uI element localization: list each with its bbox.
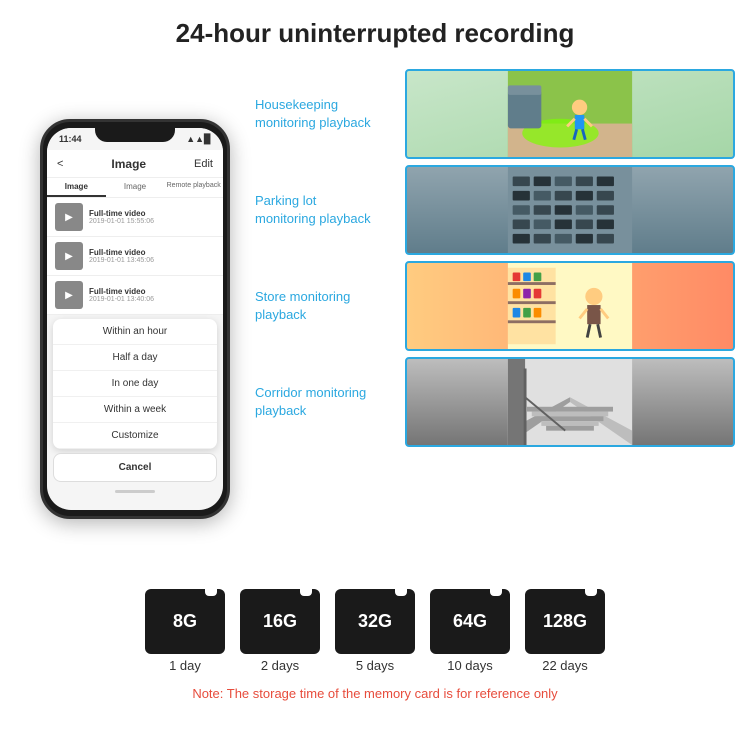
parking-svg	[407, 167, 733, 253]
video-info-3: Full-time video 2019-01-01 13:40:06	[89, 287, 215, 303]
sdcard-size-16G: 16G	[263, 611, 297, 632]
video-item-1[interactable]: ▶ Full-time video 2019-01-01 15:55:06	[47, 198, 223, 237]
phone-icons: ▲▲▉	[186, 134, 211, 145]
phone-nav-bar: < Image Edit	[47, 150, 223, 178]
video-item-2[interactable]: ▶ Full-time video 2019-01-01 13:45:06	[47, 237, 223, 276]
video-date-3: 2019-01-01 13:40:06	[89, 296, 215, 303]
video-date-2: 2019-01-01 13:45:06	[89, 257, 215, 264]
video-title-2: Full-time video	[89, 248, 215, 257]
cancel-button[interactable]: Cancel	[53, 453, 217, 482]
store-img-content	[407, 263, 733, 349]
corridor-img-content	[407, 359, 733, 445]
phone-screen: 11:44 ▲▲▉ < Image Edit Image Image Remot…	[47, 128, 223, 510]
monitoring-text-housekeeping: Housekeepingmonitoring playback	[255, 97, 371, 130]
monitoring-label-corridor: Corridor monitoringplayback	[255, 384, 395, 420]
phone-time: 11:44	[59, 134, 82, 144]
page-header: 24-hour uninterrupted recording	[0, 0, 750, 59]
monitoring-text-corridor: Corridor monitoringplayback	[255, 385, 366, 418]
monitoring-image-store	[405, 261, 735, 351]
phone-mockup: 11:44 ▲▲▉ < Image Edit Image Image Remot…	[40, 119, 230, 519]
video-info-1: Full-time video 2019-01-01 15:55:06	[89, 209, 215, 225]
video-title-3: Full-time video	[89, 287, 215, 296]
video-list: ▶ Full-time video 2019-01-01 15:55:06 ▶ …	[47, 198, 223, 315]
housekeeping-img-content	[407, 71, 733, 157]
dropdown-item-1[interactable]: Within an hour	[53, 319, 217, 345]
dropdown-item-4[interactable]: Within a week	[53, 397, 217, 423]
phone-dropdown: Within an hour Half a day In one day Wit…	[53, 319, 217, 449]
video-thumb-3: ▶	[55, 281, 83, 309]
monitoring-item-parking: Parking lotmonitoring playback	[255, 165, 735, 255]
sdcard-item-32G: 32G 5 days	[335, 589, 415, 673]
home-indicator	[47, 486, 223, 497]
monitoring-section: Housekeepingmonitoring playback	[250, 59, 740, 579]
tab-image[interactable]: Image	[47, 178, 106, 197]
monitoring-item-corridor: Corridor monitoringplayback	[255, 357, 735, 447]
sdcard-row: 8G 1 day 16G 2 days 32G 5 days 64G 10 da…	[145, 589, 605, 673]
video-thumb-2: ▶	[55, 242, 83, 270]
parking-img-content	[407, 167, 733, 253]
monitoring-image-parking	[405, 165, 735, 255]
monitoring-label-store: Store monitoringplayback	[255, 288, 395, 324]
monitoring-label-housekeeping: Housekeepingmonitoring playback	[255, 96, 395, 132]
sdcard-shape-8G: 8G	[145, 589, 225, 654]
page-title: 24-hour uninterrupted recording	[20, 18, 730, 49]
sdcard-item-64G: 64G 10 days	[430, 589, 510, 673]
video-info-2: Full-time video 2019-01-01 13:45:06	[89, 248, 215, 264]
monitoring-text-store: Store monitoringplayback	[255, 289, 350, 322]
sdcard-section: 8G 1 day 16G 2 days 32G 5 days 64G 10 da…	[0, 579, 750, 706]
phone-nav-title: Image	[111, 157, 146, 171]
sdcard-size-64G: 64G	[453, 611, 487, 632]
monitoring-item-housekeeping: Housekeepingmonitoring playback	[255, 69, 735, 159]
tab-image2[interactable]: Image	[106, 178, 165, 197]
monitoring-label-parking: Parking lotmonitoring playback	[255, 192, 395, 228]
sdcard-shape-16G: 16G	[240, 589, 320, 654]
tab-remote-playback[interactable]: Remote playback	[164, 178, 223, 197]
main-content: 11:44 ▲▲▉ < Image Edit Image Image Remot…	[0, 59, 750, 579]
dropdown-item-5[interactable]: Customize	[53, 423, 217, 449]
corridor-svg	[407, 359, 733, 445]
monitoring-image-housekeeping	[405, 69, 735, 159]
phone-nav-edit[interactable]: Edit	[194, 158, 213, 170]
sdcard-item-128G: 128G 22 days	[525, 589, 605, 673]
phone-tabs: Image Image Remote playback	[47, 178, 223, 198]
monitoring-item-store: Store monitoringplayback	[255, 261, 735, 351]
sdcard-days-8G: 1 day	[169, 658, 201, 673]
sdcard-shape-64G: 64G	[430, 589, 510, 654]
sdcard-days-64G: 10 days	[447, 658, 493, 673]
sdcard-shape-32G: 32G	[335, 589, 415, 654]
sdcard-item-16G: 16G 2 days	[240, 589, 320, 673]
sdcard-size-8G: 8G	[173, 611, 197, 632]
dropdown-item-2[interactable]: Half a day	[53, 345, 217, 371]
note-text: Note: The storage time of the memory car…	[192, 686, 557, 701]
sdcard-shape-128G: 128G	[525, 589, 605, 654]
monitoring-text-parking: Parking lotmonitoring playback	[255, 193, 371, 226]
video-title-1: Full-time video	[89, 209, 215, 218]
store-svg	[407, 263, 733, 349]
phone-notch	[95, 122, 175, 142]
sdcard-size-128G: 128G	[543, 611, 587, 632]
video-date-1: 2019-01-01 15:55:06	[89, 218, 215, 225]
video-thumb-1: ▶	[55, 203, 83, 231]
sdcard-item-8G: 8G 1 day	[145, 589, 225, 673]
video-item-3[interactable]: ▶ Full-time video 2019-01-01 13:40:06	[47, 276, 223, 315]
sdcard-size-32G: 32G	[358, 611, 392, 632]
sdcard-days-16G: 2 days	[261, 658, 299, 673]
monitoring-image-corridor	[405, 357, 735, 447]
home-bar	[115, 490, 155, 493]
dropdown-item-3[interactable]: In one day	[53, 371, 217, 397]
phone-nav-back[interactable]: <	[57, 158, 63, 170]
housekeeping-svg	[407, 71, 733, 157]
phone-container: 11:44 ▲▲▉ < Image Edit Image Image Remot…	[30, 59, 240, 579]
sdcard-days-128G: 22 days	[542, 658, 588, 673]
sdcard-days-32G: 5 days	[356, 658, 394, 673]
